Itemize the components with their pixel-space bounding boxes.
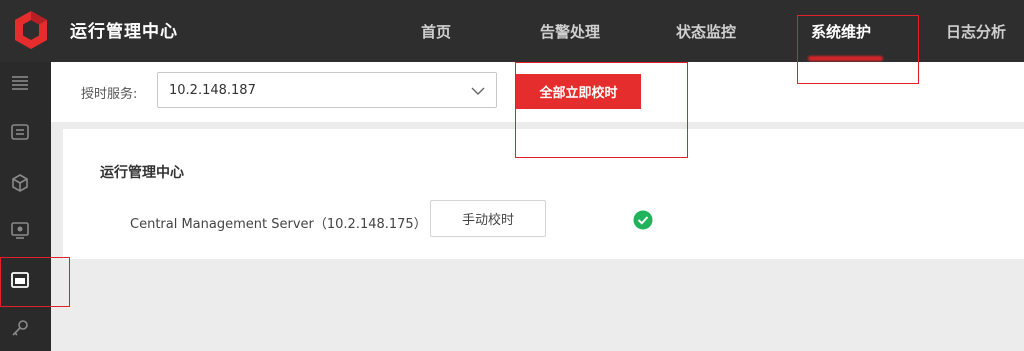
auth-service-toolbar: 授时服务: 10.2.148.187 全部立即校时	[51, 62, 1024, 122]
server-card: 运行管理中心 Central Management Server（10.2.14…	[63, 129, 1024, 259]
nav-log-analysis[interactable]: 日志分析	[946, 21, 1006, 42]
nav-home[interactable]: 首页	[421, 21, 451, 42]
key-icon[interactable]	[10, 318, 30, 338]
chevron-down-icon	[471, 87, 485, 95]
auth-service-label: 授时服务:	[81, 87, 138, 102]
nav-active-indicator	[808, 56, 883, 61]
logo-icon	[15, 11, 47, 49]
manual-sync-button[interactable]: 手动校时	[430, 200, 546, 237]
monitor-icon[interactable]	[10, 220, 30, 240]
server-label: Central Management Server（10.2.148.175）	[130, 217, 427, 232]
cube-icon[interactable]	[10, 173, 30, 193]
auth-service-select[interactable]: 10.2.148.187	[157, 72, 497, 108]
sidebar	[0, 62, 51, 351]
sync-all-now-button[interactable]: 全部立即校时	[516, 74, 641, 109]
top-navigation-bar: 运行管理中心 首页 告警处理 状态监控 系统维护 日志分析	[0, 0, 1024, 62]
window-icon[interactable]	[10, 270, 30, 290]
dashboard-icon[interactable]	[10, 122, 30, 142]
section-title: 运行管理中心	[100, 165, 184, 181]
app-title: 运行管理中心	[70, 22, 178, 42]
nav-system-maintenance[interactable]: 系统维护	[811, 21, 871, 42]
nav-status-monitoring[interactable]: 状态监控	[676, 21, 736, 42]
auth-service-value: 10.2.148.187	[169, 83, 256, 98]
menu-icon[interactable]	[10, 73, 30, 93]
nav-alarm-handling[interactable]: 告警处理	[540, 21, 600, 42]
check-circle-icon	[633, 210, 653, 230]
